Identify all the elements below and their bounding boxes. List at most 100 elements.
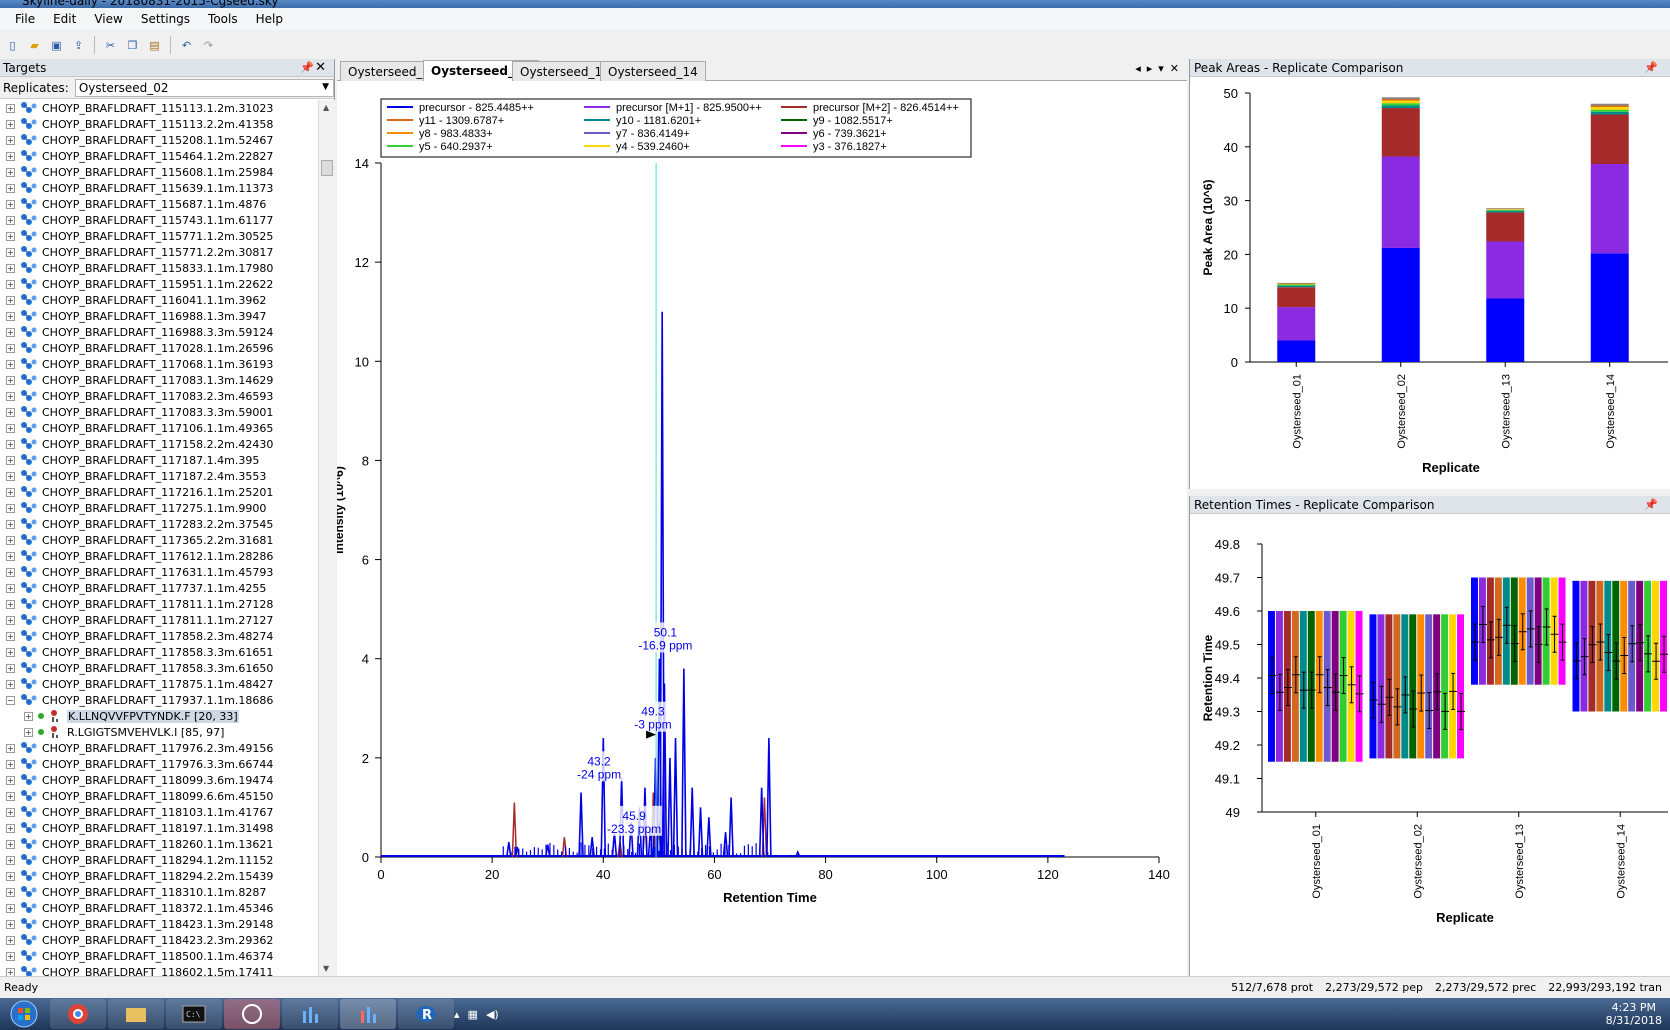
tree-item-protein[interactable]: + CHOYP_BRAFLDRAFT_118423.2.3m.29362	[0, 932, 318, 948]
collapse-icon[interactable]: −	[6, 695, 15, 705]
tab-oysterseed-14[interactable]: Oysterseed_14	[600, 61, 706, 81]
bar-segment[interactable]	[1381, 98, 1420, 101]
tree-item-protein[interactable]: + CHOYP_BRAFLDRAFT_118294.2.2m.15439	[0, 868, 318, 884]
rt-bar[interactable]	[1393, 614, 1401, 759]
rt-bar[interactable]	[1660, 580, 1667, 712]
tool-icon[interactable]	[224, 999, 280, 1029]
tree-item-protein[interactable]: + CHOYP_BRAFLDRAFT_115771.2.2m.30817	[0, 244, 318, 260]
expand-icon[interactable]: +	[6, 567, 15, 577]
expand-icon[interactable]: +	[24, 711, 33, 721]
scroll-thumb[interactable]	[321, 160, 333, 176]
expand-icon[interactable]: +	[6, 327, 15, 337]
expand-icon[interactable]: +	[6, 647, 15, 657]
tree-item-protein[interactable]: + CHOYP_BRAFLDRAFT_115464.1.2m.22827	[0, 148, 318, 164]
tab-next-icon[interactable]: ▸	[1147, 62, 1153, 75]
rt-bar[interactable]	[1385, 614, 1393, 759]
retention-times-chart[interactable]: 49 49.1 49.2 49.3 49.4 49.5 49.6 49.7 49.8 Oyster…	[1190, 514, 1670, 976]
rt-bar[interactable]	[1534, 577, 1542, 685]
expand-icon[interactable]: +	[6, 775, 15, 785]
close-icon[interactable]: ✕	[315, 60, 326, 75]
rt-bar[interactable]	[1283, 611, 1291, 762]
chromatogram-chart[interactable]: 0 20 40 60 80 100 120 140 0 2 4 6 8 10 12 14 Retention T…	[337, 81, 1187, 976]
expand-icon[interactable]: +	[6, 519, 15, 529]
bar-segment[interactable]	[1277, 283, 1316, 285]
bar-segment[interactable]	[1486, 212, 1525, 242]
tree-item-protein[interactable]: + CHOYP_BRAFLDRAFT_117275.1.1m.9900	[0, 500, 318, 516]
r-icon[interactable]: R	[398, 999, 454, 1029]
tree-item-protein[interactable]: + CHOYP_BRAFLDRAFT_115771.1.2m.30525	[0, 228, 318, 244]
expand-icon[interactable]: +	[6, 535, 15, 545]
bar-segment[interactable]	[1381, 100, 1420, 104]
open-icon[interactable]: ▰	[26, 37, 43, 54]
terminal-icon[interactable]: C:\	[166, 999, 222, 1029]
expand-icon[interactable]: +	[6, 903, 15, 913]
expand-icon[interactable]: +	[6, 663, 15, 673]
peak-areas-chart[interactable]: 0 10 20 30 40 50 Oysterseed_01 Oysterseed_02 Oys…	[1190, 77, 1670, 489]
expand-icon[interactable]: +	[6, 183, 15, 193]
tree-item-protein[interactable]: + CHOYP_BRAFLDRAFT_117028.1.1m.26596	[0, 340, 318, 356]
rt-bar[interactable]	[1355, 611, 1363, 762]
bar-segment[interactable]	[1486, 208, 1525, 210]
expand-icon[interactable]: +	[6, 935, 15, 945]
tree-item-protein[interactable]: + CHOYP_BRAFLDRAFT_117068.1.1m.36193	[0, 356, 318, 372]
bar-segment[interactable]	[1590, 114, 1629, 165]
expand-icon[interactable]: +	[6, 247, 15, 257]
expand-icon[interactable]: +	[6, 679, 15, 689]
rt-bar[interactable]	[1612, 580, 1620, 712]
expand-icon[interactable]: +	[6, 967, 15, 976]
tree-item-protein[interactable]: + CHOYP_BRAFLDRAFT_115951.1.1m.22622	[0, 276, 318, 292]
expand-icon[interactable]: +	[6, 119, 15, 129]
tree-item-protein[interactable]: + CHOYP_BRAFLDRAFT_116988.3.3m.59124	[0, 324, 318, 340]
tree-item-protein[interactable]: + CHOYP_BRAFLDRAFT_117875.1.1m.48427	[0, 676, 318, 692]
bar-segment[interactable]	[1381, 97, 1420, 99]
cut-icon[interactable]: ✂	[102, 37, 119, 54]
peak-flag-icon[interactable]	[646, 730, 657, 739]
start-button[interactable]	[0, 999, 48, 1029]
rt-bar[interactable]	[1409, 614, 1417, 759]
replicates-select[interactable]: Oysterseed_02 ▼	[74, 78, 334, 97]
expand-icon[interactable]: +	[6, 599, 15, 609]
skyline-icon[interactable]	[282, 999, 338, 1029]
bar-segment[interactable]	[1381, 247, 1420, 362]
tree-item-protein[interactable]: + CHOYP_BRAFLDRAFT_117631.1.1m.45793	[0, 564, 318, 580]
bar-segment[interactable]	[1381, 156, 1420, 248]
tree-item-protein[interactable]: + CHOYP_BRAFLDRAFT_118423.1.3m.29148	[0, 916, 318, 932]
tree-item-protein[interactable]: + CHOYP_BRAFLDRAFT_118260.1.1m.13621	[0, 836, 318, 852]
tree-item-protein[interactable]: + CHOYP_BRAFLDRAFT_118372.1.1m.45346	[0, 900, 318, 916]
tree-item-protein[interactable]: + CHOYP_BRAFLDRAFT_117811.1.1m.27127	[0, 612, 318, 628]
tree-item-protein[interactable]: + CHOYP_BRAFLDRAFT_117106.1.1m.49365	[0, 420, 318, 436]
expand-icon[interactable]: +	[24, 727, 33, 737]
tree-item-protein[interactable]: + CHOYP_BRAFLDRAFT_118197.1.1m.31498	[0, 820, 318, 836]
rt-bar[interactable]	[1425, 614, 1433, 759]
tree-item-protein[interactable]: + CHOYP_BRAFLDRAFT_117187.1.4m.395	[0, 452, 318, 468]
tree-item-protein[interactable]: + CHOYP_BRAFLDRAFT_115208.1.1m.52467	[0, 132, 318, 148]
clock[interactable]: 4:23 PM 8/31/2018	[1606, 1001, 1662, 1027]
expand-icon[interactable]: +	[6, 583, 15, 593]
tree-item-protein[interactable]: + CHOYP_BRAFLDRAFT_117612.1.1m.28286	[0, 548, 318, 564]
expand-icon[interactable]: +	[6, 743, 15, 753]
expand-icon[interactable]: +	[6, 103, 15, 113]
expand-icon[interactable]: +	[6, 823, 15, 833]
expand-icon[interactable]: +	[6, 631, 15, 641]
expand-icon[interactable]: +	[6, 871, 15, 881]
tree-item-protein[interactable]: + CHOYP_BRAFLDRAFT_117976.2.3m.49156	[0, 740, 318, 756]
targets-scrollbar[interactable]: ▲ ▼	[318, 100, 335, 976]
bar-segment[interactable]	[1486, 298, 1525, 362]
bar-segment[interactable]	[1590, 105, 1629, 107]
tree-item-protein[interactable]: + CHOYP_BRAFLDRAFT_117976.3.3m.66744	[0, 756, 318, 772]
tree-item-protein[interactable]: + CHOYP_BRAFLDRAFT_117187.2.4m.3553	[0, 468, 318, 484]
paste-icon[interactable]: ▤	[146, 37, 163, 54]
expand-icon[interactable]: +	[6, 343, 15, 353]
rt-bar[interactable]	[1636, 580, 1644, 712]
bar-segment[interactable]	[1590, 109, 1629, 112]
system-tray[interactable]: ▴ ▦ ◀)	[454, 1008, 499, 1021]
expand-icon[interactable]: +	[6, 167, 15, 177]
tree-item-protein[interactable]: + CHOYP_BRAFLDRAFT_116041.1.1m.3962	[0, 292, 318, 308]
new-icon[interactable]: ▯	[4, 37, 21, 54]
tree-item-protein[interactable]: + CHOYP_BRAFLDRAFT_115743.1.1m.61177	[0, 212, 318, 228]
menu-help[interactable]: Help	[247, 12, 292, 26]
expand-icon[interactable]: +	[6, 215, 15, 225]
tree-child-peptide[interactable]: + R.LGIGTSMVEHVLK.I [85, 97]	[0, 724, 318, 740]
expand-icon[interactable]: +	[6, 615, 15, 625]
expand-icon[interactable]: +	[6, 503, 15, 513]
